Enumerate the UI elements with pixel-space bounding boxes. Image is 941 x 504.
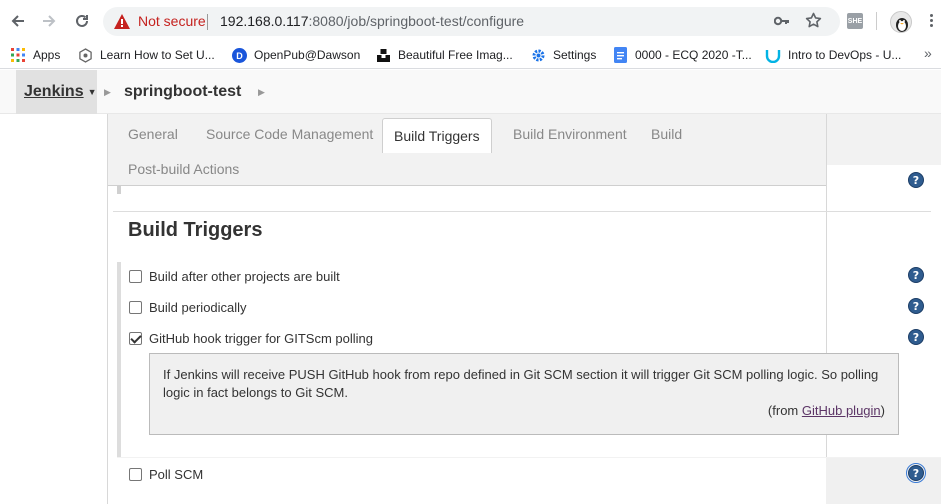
svg-text:D: D [236, 51, 243, 61]
bookmark-label: Apps [33, 48, 61, 62]
bookmark-label: OpenPub@Dawson [254, 48, 361, 62]
breadcrumb-separator-icon[interactable]: ▶ [258, 87, 265, 98]
trigger-build-periodically[interactable]: Build periodically [129, 298, 247, 316]
extension-she-icon[interactable]: SHE [847, 13, 863, 29]
help-icon[interactable]: ? [906, 463, 926, 483]
trigger-label[interactable]: Build periodically [149, 300, 247, 315]
not-secure-label[interactable]: Not secure [138, 13, 206, 29]
breadcrumb-jenkins[interactable]: Jenkins ▼ [16, 70, 97, 114]
trigger-label[interactable]: GitHub hook trigger for GITScm polling [149, 331, 373, 346]
help-icon[interactable]: ? [908, 329, 924, 345]
section-marker [117, 186, 121, 194]
trigger-group-bar [117, 262, 121, 457]
openpub-d-icon: D [231, 47, 247, 63]
bookmark-star-icon[interactable] [805, 12, 822, 32]
omnibox-divider [207, 14, 208, 30]
help-panel: If Jenkins will receive PUSH GitHub hook… [149, 353, 899, 435]
url-path: :8080/job/springboot-test/configure [308, 13, 525, 29]
github-plugin-link[interactable]: GitHub plugin [802, 403, 881, 418]
breadcrumb-separator-icon: ▶ [104, 87, 111, 97]
browser-toolbar: Not secure 192.168.0.117:8080/job/spring… [0, 0, 941, 42]
udacity-icon [765, 47, 781, 63]
bookmark-label: Settings [553, 48, 597, 62]
address-bar[interactable]: Not secure 192.168.0.117:8080/job/spring… [103, 7, 840, 36]
globe-icon [77, 47, 93, 63]
section-title: Build Triggers [128, 219, 263, 241]
caret-down-icon[interactable]: ▼ [88, 87, 97, 97]
profile-avatar-icon[interactable] [890, 11, 912, 33]
tab-post-build-actions[interactable]: Post-build Actions [128, 161, 239, 177]
bookmark-ecq[interactable]: 0000 - ECQ 2020 -T... [612, 46, 752, 64]
right-panel-background [826, 114, 941, 165]
config-tabbar: General Source Code Management Build Tri… [108, 114, 826, 186]
bookmark-intro-devops[interactable]: Intro to DevOps - U... [765, 46, 901, 64]
back-arrow-icon[interactable] [8, 11, 28, 31]
browser-menu-icon[interactable] [928, 12, 934, 32]
right-panel-background [826, 458, 941, 504]
bookmark-settings[interactable]: Settings [530, 46, 596, 64]
github-hook-checkbox[interactable] [129, 331, 142, 345]
trigger-github-hook[interactable]: GitHub hook trigger for GITScm polling [129, 329, 373, 347]
row-separator [117, 457, 941, 458]
url-host: 192.168.0.117 [220, 13, 309, 29]
url-text[interactable]: 192.168.0.117:8080/job/springboot-test/c… [220, 13, 524, 29]
tab-source-code-management[interactable]: Source Code Management [206, 126, 373, 142]
config-right-border [826, 114, 827, 504]
bookmark-label: Learn How to Set U... [100, 48, 215, 62]
bookmark-apps[interactable]: Apps [10, 46, 60, 64]
bookmarks-bar: Apps Learn How to Set U... D OpenPub@Daw… [0, 42, 941, 69]
trigger-label[interactable]: Poll SCM [149, 467, 203, 482]
help-icon[interactable]: ? [908, 172, 924, 188]
toolbar-divider [876, 12, 877, 30]
build-periodically-checkbox[interactable] [129, 300, 142, 314]
trigger-poll-scm[interactable]: Poll SCM [129, 465, 203, 483]
unsplash-icon [375, 47, 391, 63]
help-icon[interactable]: ? [908, 298, 924, 314]
google-docs-icon [612, 47, 628, 63]
help-icon[interactable]: ? [908, 267, 924, 283]
help-text: If Jenkins will receive PUSH GitHub hook… [163, 367, 879, 400]
help-from-suffix: ) [880, 403, 885, 418]
bookmark-label: Intro to DevOps - U... [788, 48, 902, 62]
bookmark-learn-how[interactable]: Learn How to Set U... [77, 46, 215, 64]
tab-build[interactable]: Build [651, 126, 682, 142]
tab-build-environment[interactable]: Build Environment [513, 126, 627, 142]
help-source: (from GitHub plugin) [768, 402, 885, 420]
bookmark-label: Beautiful Free Imag... [398, 48, 513, 62]
bookmark-openpub[interactable]: D OpenPub@Dawson [231, 46, 360, 64]
forward-arrow-icon[interactable] [39, 11, 59, 31]
bookmark-beautiful-free[interactable]: Beautiful Free Imag... [375, 46, 513, 64]
tab-build-triggers[interactable]: Build Triggers [382, 118, 492, 153]
breadcrumb: Jenkins ▼ ▶ springboot-test ▶ [0, 70, 941, 114]
breadcrumb-job[interactable]: springboot-test [124, 83, 241, 101]
key-icon[interactable] [773, 14, 790, 31]
section-divider [113, 211, 931, 212]
help-from-prefix: (from [767, 403, 802, 418]
apps-grid-icon [10, 47, 26, 63]
build-after-checkbox[interactable] [129, 269, 142, 283]
reload-icon[interactable] [72, 11, 92, 31]
poll-scm-checkbox[interactable] [129, 467, 142, 481]
gear-icon [530, 47, 546, 63]
bookmarks-overflow-chevron[interactable]: » [924, 45, 932, 61]
warning-icon[interactable] [114, 14, 130, 32]
trigger-label[interactable]: Build after other projects are built [149, 269, 340, 284]
trigger-build-after-other[interactable]: Build after other projects are built [129, 267, 340, 285]
tab-general[interactable]: General [128, 126, 178, 142]
breadcrumb-jenkins-label[interactable]: Jenkins [24, 83, 84, 101]
bookmark-label: 0000 - ECQ 2020 -T... [635, 48, 752, 62]
